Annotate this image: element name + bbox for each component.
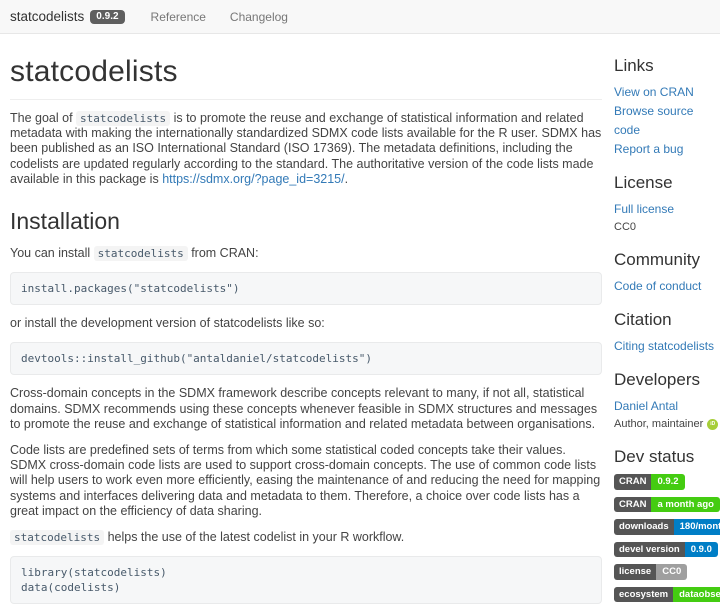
sidebar-text-cc0: CC0	[614, 219, 636, 236]
sidebar-heading-developers: Developers	[614, 370, 720, 390]
status-badge-downloads-2[interactable]: downloads180/month	[614, 519, 720, 535]
badge-label: license	[614, 564, 656, 580]
badge-label: CRAN	[614, 474, 651, 490]
sidebar-section-dev-status: Dev statusCRAN0.9.2CRANa month agodownlo…	[614, 447, 720, 602]
badge-label: devel version	[614, 542, 685, 558]
intro-paragraph: The goal of statcodelists is to promote …	[10, 111, 602, 187]
sidebar-heading-links: Links	[614, 56, 720, 76]
sidebar-link-full-license[interactable]: Full license	[614, 200, 720, 219]
brand-label: statcodelists	[10, 9, 84, 24]
code-block-install-packages: install.packages("statcodelists")	[10, 272, 602, 305]
sidebar-link-daniel-antal[interactable]: Daniel Antal	[614, 397, 720, 416]
sidebar-heading-license: License	[614, 173, 720, 193]
badge-value: dataobservatory.eu	[673, 587, 720, 603]
sidebar-extra-row: Author, maintainer	[614, 416, 720, 433]
navbar-brand[interactable]: statcodelists 0.9.2	[10, 9, 125, 24]
sidebar-section-links: Links View on CRANBrowse source codeRepor…	[614, 56, 720, 159]
inline-code-pkg-3: statcodelists	[10, 530, 104, 545]
badge-label: ecosystem	[614, 587, 673, 603]
sidebar-link-view-on-cran[interactable]: View on CRAN	[614, 83, 720, 102]
badge-value: 180/month	[674, 519, 720, 535]
badge-label: CRAN	[614, 497, 651, 513]
status-badge-cran-1[interactable]: CRANa month ago	[614, 497, 720, 513]
navbar-links: ReferenceChangelog	[139, 0, 300, 34]
sidebar: Links View on CRANBrowse source codeRepor…	[614, 56, 720, 609]
sidebar-section-developers: Developers Daniel AntalAuthor, maintainer	[614, 370, 720, 433]
cran-text-post: from CRAN:	[188, 246, 259, 260]
cran-text-pre: You can install	[10, 246, 94, 260]
code-block-library: library(statcodelists) data(codelists)	[10, 556, 602, 604]
cran-install-line: You can install statcodelists from CRAN:	[10, 246, 602, 261]
sidebar-section-citation: Citation Citing statcodelists	[614, 310, 720, 356]
sidebar-heading-citation: Citation	[614, 310, 720, 330]
main-content: statcodelists The goal of statcodelists …	[10, 34, 602, 604]
top-navbar: statcodelists 0.9.2 ReferenceChangelog	[0, 0, 720, 34]
body-paragraph-1: Cross-domain concepts in the SDMX framew…	[10, 386, 602, 432]
sidebar-link-browse-source-code[interactable]: Browse source code	[614, 102, 720, 140]
body-paragraph-2: Code lists are predefined sets of terms …	[10, 443, 602, 519]
intro-text-pre: The goal of	[10, 111, 76, 125]
nav-item-reference[interactable]: Reference	[139, 0, 218, 34]
sdmx-link[interactable]: https://sdmx.org/?page_id=3215/	[162, 172, 344, 186]
sidebar-extra-row: CC0	[614, 219, 720, 236]
badge-value: a month ago	[651, 497, 719, 513]
badge-label: downloads	[614, 519, 674, 535]
status-badge-ecosystem-5[interactable]: ecosystemdataobservatory.eu	[614, 587, 720, 603]
status-badge-license-4[interactable]: licenseCC0	[614, 564, 687, 580]
workflow-line: statcodelists helps the use of the lates…	[10, 530, 602, 545]
badge-value: 0.9.2	[651, 474, 684, 490]
sidebar-text-author-maintainer: Author, maintainer	[614, 416, 703, 433]
nav-item-changelog[interactable]: Changelog	[218, 0, 300, 34]
sidebar-link-code-of-conduct[interactable]: Code of conduct	[614, 277, 720, 296]
sidebar-section-license: License Full licenseCC0	[614, 173, 720, 236]
sidebar-link-report-a-bug[interactable]: Report a bug	[614, 140, 720, 159]
sidebar-link-citing-statcodelists[interactable]: Citing statcodelists	[614, 337, 720, 356]
title-divider	[10, 99, 602, 100]
version-badge: 0.9.2	[90, 10, 124, 24]
intro-period: .	[345, 172, 348, 186]
inline-code-pkg-2: statcodelists	[94, 246, 188, 261]
workflow-text: helps the use of the latest codelist in …	[104, 530, 404, 544]
status-badge-devel-version-3[interactable]: devel version0.9.0	[614, 542, 718, 558]
sidebar-heading-community: Community	[614, 250, 720, 270]
badge-value: CC0	[656, 564, 687, 580]
orcid-icon[interactable]	[707, 419, 718, 430]
badge-value: 0.9.0	[685, 542, 718, 558]
sidebar-heading-dev-status: Dev status	[614, 447, 720, 467]
code-block-install-github: devtools::install_github("antaldaniel/st…	[10, 342, 602, 375]
body-paragraphs: Cross-domain concepts in the SDMX framew…	[10, 386, 602, 519]
inline-code-pkg: statcodelists	[76, 111, 170, 126]
page-title: statcodelists	[10, 55, 602, 89]
devel-install-line: or install the development version of st…	[10, 316, 602, 331]
sidebar-section-community: Community Code of conduct	[614, 250, 720, 296]
installation-heading: Installation	[10, 208, 602, 235]
status-badge-cran-0[interactable]: CRAN0.9.2	[614, 474, 685, 490]
